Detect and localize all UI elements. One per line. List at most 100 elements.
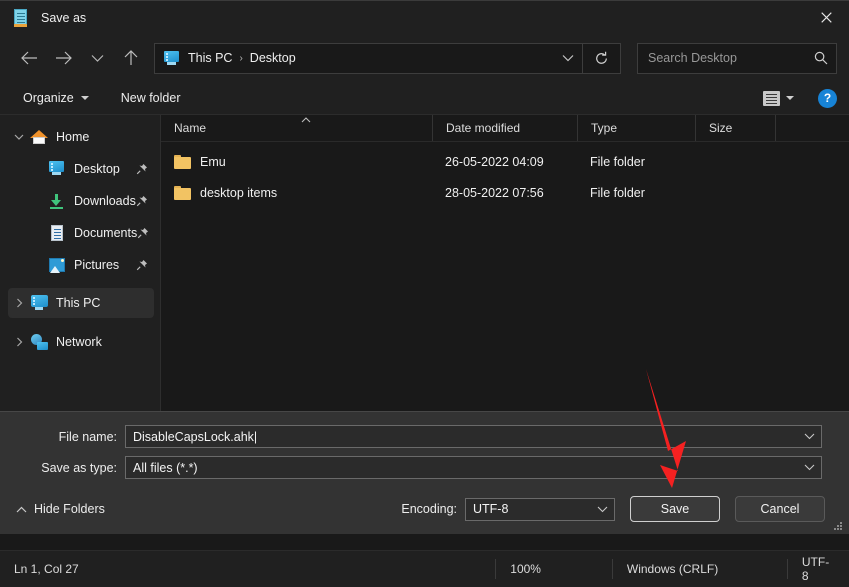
- sidebar-item-label: Pictures: [74, 258, 120, 272]
- column-headers: Name Date modified Type Size: [161, 115, 849, 142]
- home-icon: [30, 129, 48, 145]
- save-as-type-label: Save as type:: [41, 460, 117, 475]
- table-row[interactable]: Emu 26-05-2022 04:09 File folder: [161, 146, 849, 177]
- this-pc-icon: [163, 51, 180, 65]
- chevron-down-icon[interactable]: [597, 506, 608, 513]
- file-name: Emu: [200, 154, 226, 169]
- save-as-dialog: Save as This PC › Desktop Search Desktop…: [0, 0, 849, 534]
- file-rows: Emu 26-05-2022 04:09 File folder desktop…: [161, 142, 849, 208]
- file-list: Name Date modified Type Size Emu 26-05-2…: [161, 115, 849, 411]
- dialog-body: Home Desktop Downloads Documents Picture…: [0, 114, 849, 411]
- chevron-down-icon[interactable]: [804, 464, 815, 471]
- column-header-name[interactable]: Name: [161, 115, 432, 141]
- encoding-select[interactable]: UTF-8: [465, 497, 615, 521]
- back-button[interactable]: [12, 42, 46, 74]
- navigation-pane: Home Desktop Downloads Documents Picture…: [0, 115, 161, 411]
- new-folder-label: New folder: [120, 91, 181, 105]
- view-layout-icon[interactable]: [763, 90, 780, 106]
- sidebar-item-desktop[interactable]: Desktop: [8, 154, 154, 184]
- navigation-bar: This PC › Desktop Search Desktop: [0, 34, 849, 82]
- chevron-down-icon[interactable]: [562, 44, 574, 73]
- chevron-down-icon[interactable]: [8, 134, 30, 141]
- search-icon[interactable]: [814, 51, 828, 65]
- search-placeholder: Search Desktop: [648, 51, 737, 65]
- status-encoding[interactable]: UTF-8: [788, 555, 849, 583]
- sidebar-item-downloads[interactable]: Downloads: [8, 186, 154, 216]
- command-bar: Organize New folder ?: [0, 82, 849, 114]
- save-as-type-value: All files (*.*): [133, 460, 198, 475]
- row-name-cell: desktop items: [161, 185, 432, 200]
- dialog-title-bar: Save as: [0, 1, 849, 34]
- network-icon: [30, 334, 48, 350]
- chevron-right-icon[interactable]: [8, 337, 30, 347]
- table-row[interactable]: desktop items 28-05-2022 07:56 File fold…: [161, 177, 849, 208]
- documents-icon: [48, 225, 66, 241]
- row-date-cell: 28-05-2022 07:56: [445, 185, 544, 200]
- caret-down-icon: [80, 96, 89, 100]
- save-form-area: File name: DisableCapsLock.ahk | Save as …: [0, 411, 849, 534]
- column-label: Size: [709, 121, 733, 135]
- column-header-date-modified[interactable]: Date modified: [432, 115, 577, 141]
- dialog-action-row: Hide Folders Encoding: UTF-8 Save Cancel: [0, 496, 849, 522]
- cancel-button[interactable]: Cancel: [735, 496, 825, 522]
- pin-icon[interactable]: [137, 227, 149, 239]
- save-as-type-select[interactable]: All files (*.*): [125, 456, 822, 479]
- column-header-size[interactable]: Size: [695, 115, 775, 141]
- row-date-cell: 26-05-2022 04:09: [445, 154, 544, 169]
- up-one-level-button[interactable]: [114, 42, 148, 74]
- recent-locations-button[interactable]: [80, 42, 114, 74]
- pin-icon[interactable]: [136, 163, 148, 175]
- folder-icon: [174, 154, 191, 169]
- sidebar-item-label: Downloads: [74, 194, 136, 208]
- file-name-row: File name: DisableCapsLock.ahk |: [0, 425, 849, 448]
- resize-grip-icon[interactable]: [833, 521, 843, 531]
- hide-folders-label: Hide Folders: [34, 502, 105, 516]
- sidebar-item-label: Desktop: [74, 162, 120, 176]
- breadcrumb-desktop[interactable]: Desktop: [244, 51, 302, 65]
- column-label: Name: [174, 121, 207, 135]
- pin-icon[interactable]: [136, 195, 148, 207]
- notepad-icon: [13, 9, 29, 27]
- save-as-type-row: Save as type: All files (*.*): [0, 456, 849, 479]
- folder-icon: [174, 185, 191, 200]
- column-header-type[interactable]: Type: [577, 115, 695, 141]
- refresh-icon[interactable]: [583, 42, 621, 74]
- status-zoom[interactable]: 100%: [496, 558, 612, 580]
- breadcrumb-this-pc[interactable]: This PC: [182, 51, 238, 65]
- help-icon[interactable]: ?: [818, 88, 837, 108]
- file-name-input[interactable]: DisableCapsLock.ahk |: [125, 425, 822, 448]
- sidebar-item-pictures[interactable]: Pictures: [8, 250, 154, 280]
- search-input[interactable]: Search Desktop: [637, 42, 837, 74]
- organize-button[interactable]: Organize: [14, 87, 98, 109]
- sidebar-item-documents[interactable]: Documents: [8, 218, 154, 248]
- notepad-status-bar: Ln 1, Col 27 100% Windows (CRLF) UTF-8: [0, 550, 849, 587]
- status-line-ending[interactable]: Windows (CRLF): [613, 558, 787, 580]
- row-type-cell: File folder: [590, 185, 645, 200]
- address-bar-breadcrumb[interactable]: This PC › Desktop: [154, 42, 583, 74]
- chevron-down-icon[interactable]: [804, 433, 815, 440]
- new-folder-button[interactable]: New folder: [112, 87, 190, 109]
- command-bar-right: ?: [763, 82, 837, 114]
- pin-icon[interactable]: [136, 259, 148, 271]
- save-button[interactable]: Save: [630, 496, 720, 522]
- column-label: Type: [591, 121, 618, 135]
- encoding-label: Encoding:: [401, 502, 457, 516]
- file-name-value: DisableCapsLock.ahk |: [133, 429, 258, 444]
- close-icon[interactable]: [803, 1, 849, 34]
- dialog-title: Save as: [41, 10, 87, 25]
- pictures-icon: [48, 257, 66, 273]
- sidebar-item-label: Home: [56, 130, 90, 144]
- file-name: desktop items: [200, 185, 278, 200]
- sidebar-item-label: Network: [56, 335, 102, 349]
- caret-down-icon[interactable]: [786, 96, 794, 100]
- sidebar-item-home[interactable]: Home: [8, 122, 154, 152]
- this-pc-icon: [30, 295, 48, 311]
- forward-button[interactable]: [46, 42, 80, 74]
- desktop-icon: [48, 161, 66, 177]
- chevron-right-icon[interactable]: [8, 298, 30, 308]
- organize-label: Organize: [23, 91, 74, 105]
- sidebar-item-this-pc[interactable]: This PC: [8, 288, 154, 318]
- sidebar-item-network[interactable]: Network: [8, 327, 154, 357]
- hide-folders-button[interactable]: Hide Folders: [16, 502, 105, 516]
- save-as-screen: Ln 1, Col 27 100% Windows (CRLF) UTF-8 S…: [0, 0, 849, 587]
